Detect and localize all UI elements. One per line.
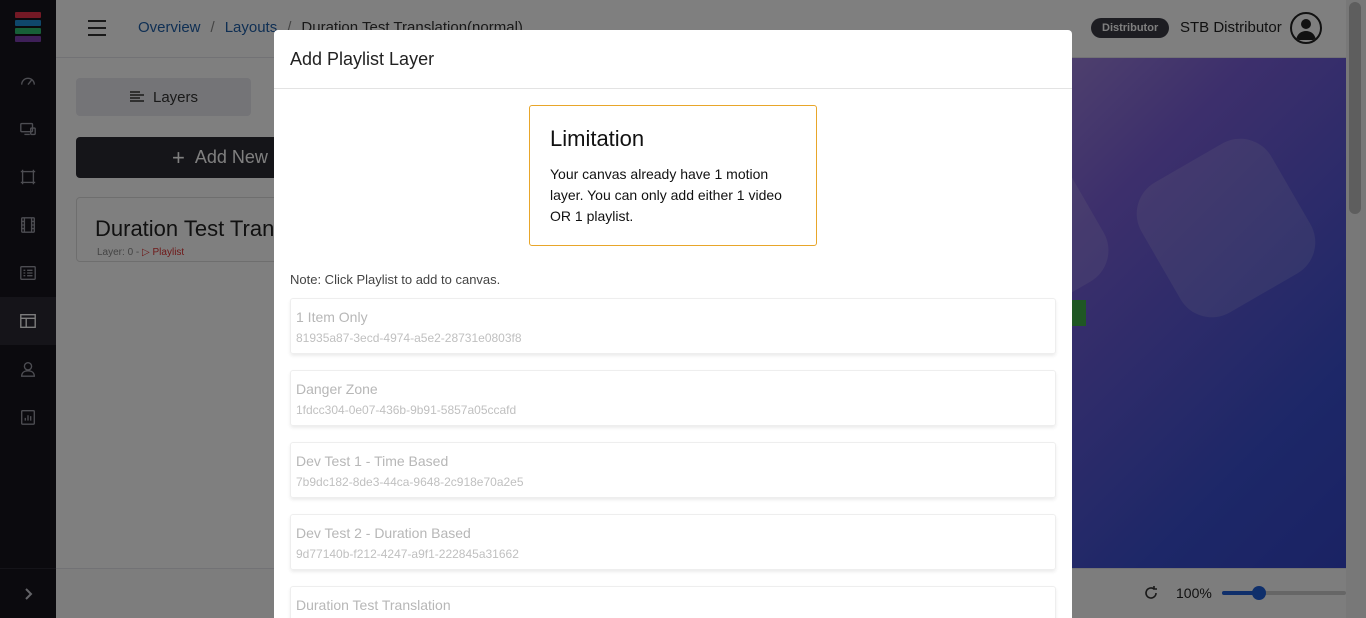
playlist-item[interactable]: Dev Test 2 - Duration Based 9d77140b-f21… — [290, 514, 1056, 570]
playlist-item[interactable]: Dev Test 1 - Time Based 7b9dc182-8de3-44… — [290, 442, 1056, 498]
playlist-id: 1fdcc304-0e07-436b-9b91-5857a05ccafd — [296, 403, 517, 417]
add-playlist-layer-dialog: Add Playlist Layer Limitation Your canva… — [274, 30, 1072, 618]
limitation-notice: Limitation Your canvas already have 1 mo… — [529, 105, 817, 246]
playlist-id: 9d77140b-f212-4247-a9f1-222845a31662 — [296, 547, 519, 561]
dialog-note: Note: Click Playlist to add to canvas. — [290, 272, 501, 287]
dialog-header: Add Playlist Layer — [274, 30, 1072, 89]
playlist-item[interactable]: 1 Item Only 81935a87-3ecd-4974-a5e2-2873… — [290, 298, 1056, 354]
playlist-name: 1 Item Only — [296, 309, 368, 325]
limitation-text: Your canvas already have 1 motion layer.… — [550, 166, 782, 224]
playlist-id: 7b9dc182-8de3-44ca-9648-2c918e70a2e5 — [296, 475, 524, 489]
playlist-name: Duration Test Translation — [296, 597, 451, 613]
playlist-name: Dev Test 2 - Duration Based — [296, 525, 471, 541]
playlist-name: Danger Zone — [296, 381, 378, 397]
limitation-title: Limitation — [550, 126, 645, 151]
playlist-item[interactable]: Duration Test Translation — [290, 586, 1056, 618]
playlist-item[interactable]: Danger Zone 1fdcc304-0e07-436b-9b91-5857… — [290, 370, 1056, 426]
playlist-name: Dev Test 1 - Time Based — [296, 453, 449, 469]
dialog-title: Add Playlist Layer — [290, 48, 435, 69]
playlist-id: 81935a87-3ecd-4974-a5e2-28731e0803f8 — [296, 331, 522, 345]
